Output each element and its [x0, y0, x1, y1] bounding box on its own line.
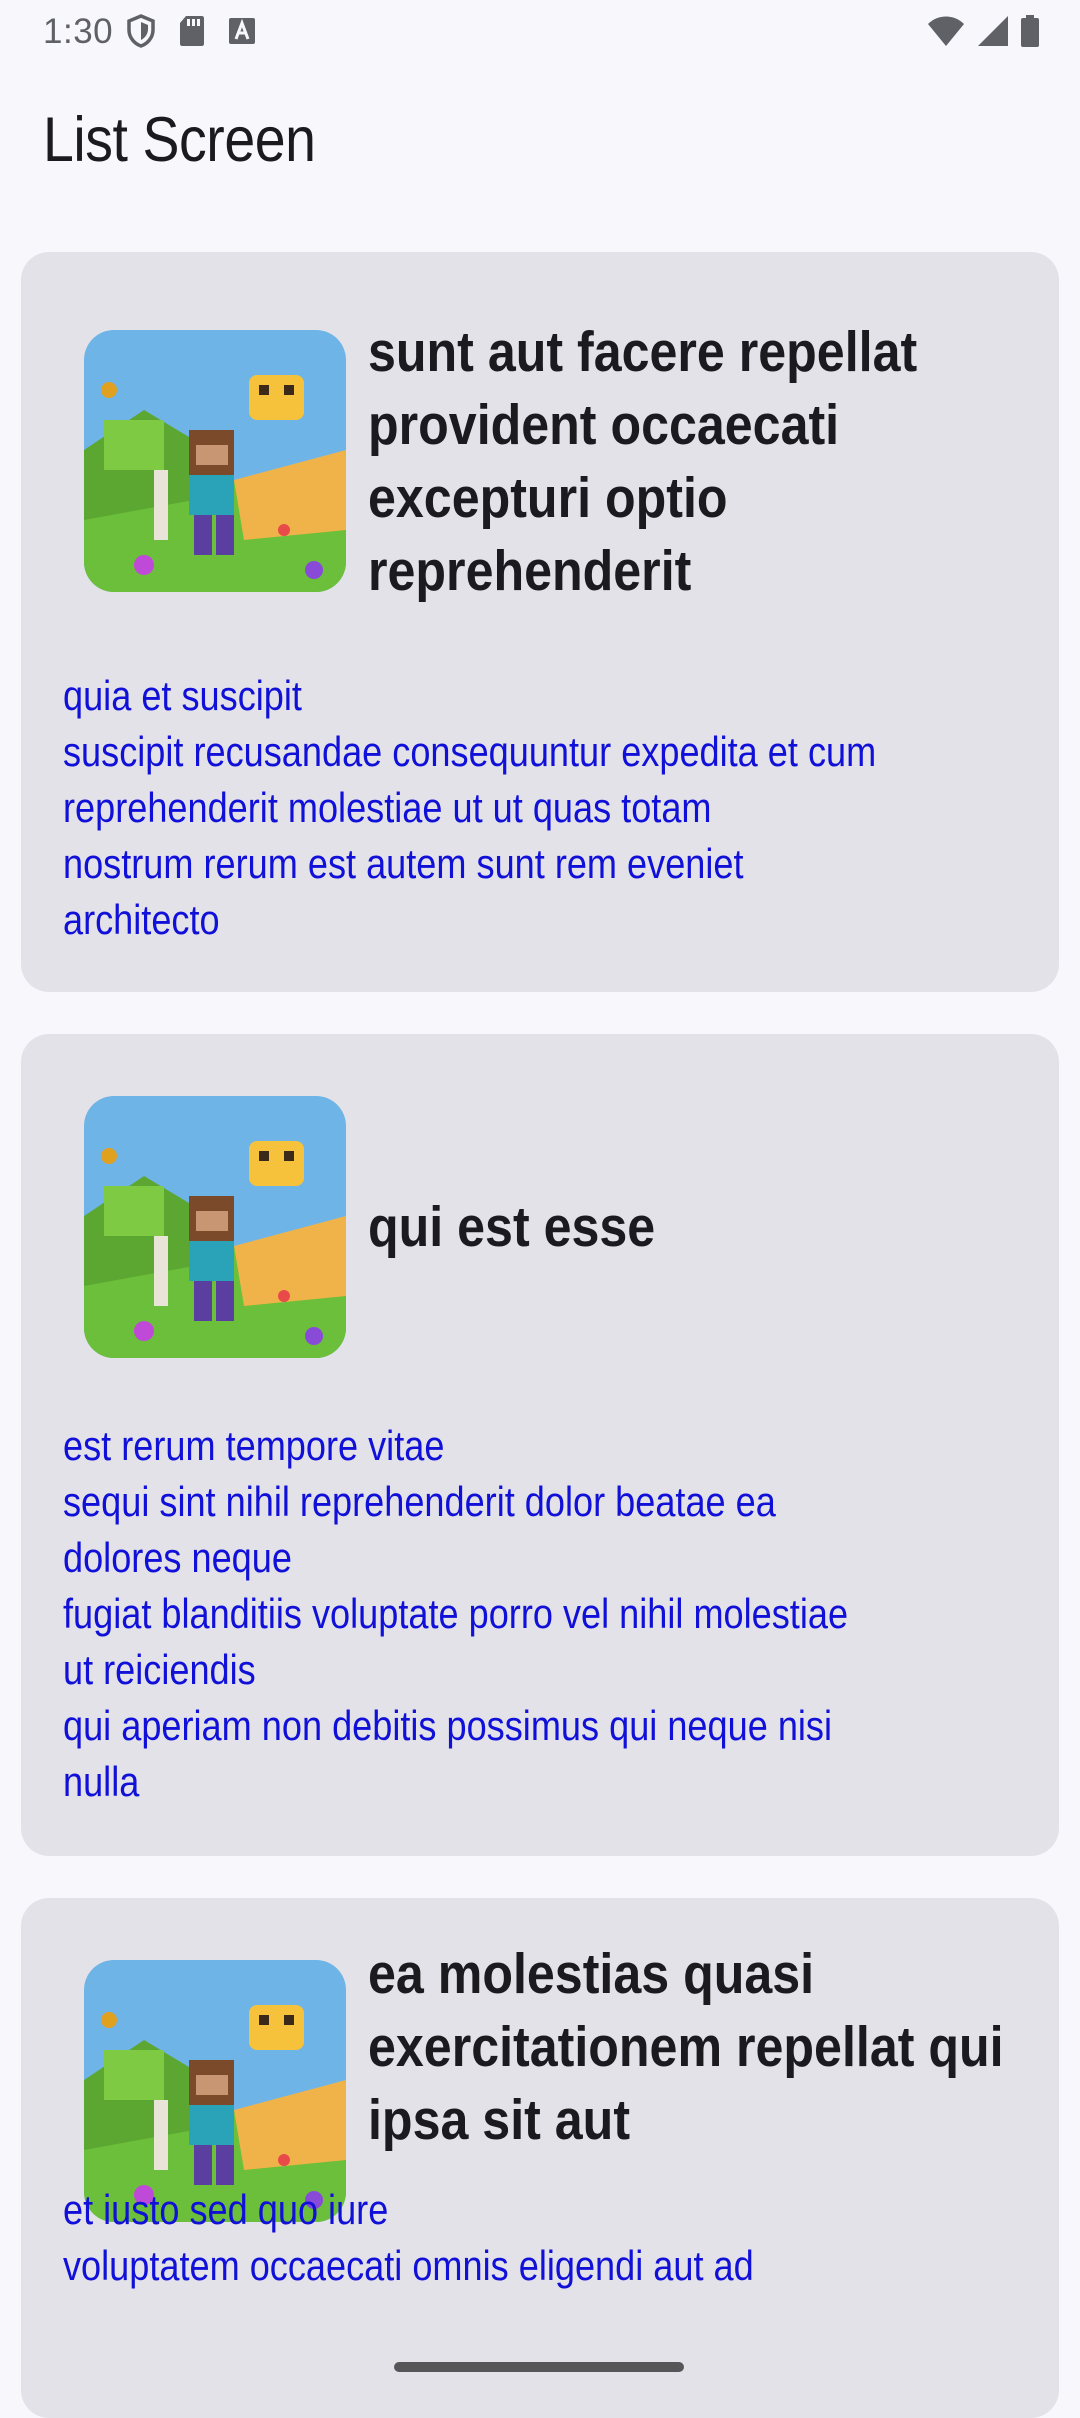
- cell-signal-icon: [976, 14, 1010, 53]
- page-title: List Screen: [43, 105, 316, 175]
- list-item[interactable]: sunt aut facere repellat provident occae…: [21, 252, 1059, 992]
- gesture-nav-handle[interactable]: [394, 2362, 684, 2372]
- battery-icon: [1020, 14, 1040, 53]
- thumbnail-image: [84, 1096, 346, 1358]
- status-time: 1:30: [43, 12, 114, 51]
- post-body: est rerum tempore vitae sequi sint nihil…: [63, 1422, 849, 1805]
- post-title: ea molestias quasi exercitationem repell…: [368, 1942, 1004, 2152]
- status-bar: 1:30: [0, 0, 1080, 64]
- list-item[interactable]: qui est esse est rerum tempore vitae seq…: [21, 1034, 1059, 1856]
- font-a-icon: [228, 17, 256, 50]
- post-title: sunt aut facere repellat provident occae…: [368, 320, 918, 603]
- post-body: quia et suscipit suscipit recusandae con…: [63, 672, 877, 943]
- thumbnail-image: [84, 330, 346, 592]
- shield-icon: [126, 14, 156, 53]
- list-item[interactable]: ea molestias quasi exercitationem repell…: [21, 1898, 1059, 2418]
- sd-card-icon: [178, 14, 206, 53]
- post-body: et iusto sed quo iure voluptatem occaeca…: [63, 2186, 754, 2289]
- wifi-icon: [926, 14, 966, 53]
- post-title: qui est esse: [368, 1195, 656, 1259]
